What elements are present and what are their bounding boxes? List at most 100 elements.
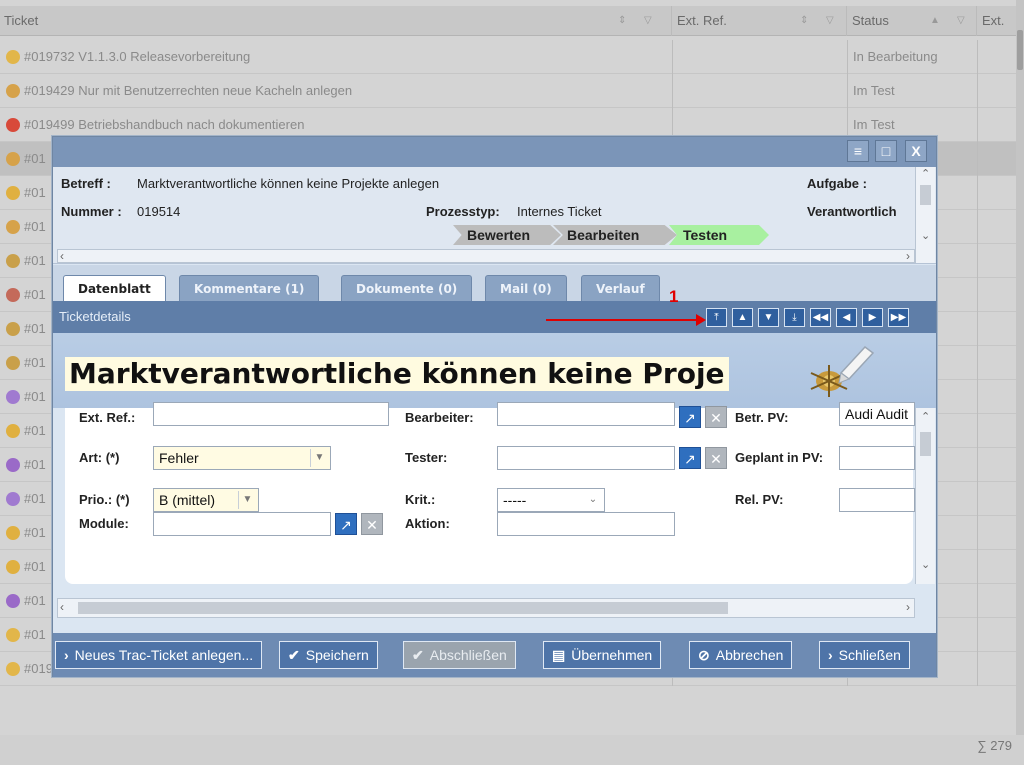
move-up-icon[interactable]: ▲ [732,308,753,327]
tab-mail[interactable]: Mail (0) [485,275,567,301]
scroll-right-icon[interactable]: › [906,249,910,263]
column-header-ext[interactable]: Ext. [978,6,1016,36]
clear-icon[interactable]: ✕ [361,513,383,535]
workflow-step-testen[interactable]: Testen [669,225,769,245]
scroll-down-icon[interactable]: ⌄ [921,558,930,571]
column-divider [977,380,978,414]
aufgabe-label: Aufgabe : [807,176,867,191]
move-top-icon[interactable]: ⤒ [706,308,727,327]
exclamation-icon [6,424,20,438]
ext-ref-input[interactable] [153,402,389,426]
workflow-step-bewerten[interactable]: Bewerten [453,225,561,245]
clear-icon[interactable]: ✕ [705,447,727,469]
ticket-cell: #01 [24,423,46,438]
tab-datenblatt[interactable]: Datenblatt [63,275,166,302]
sort-icon[interactable]: ⇕ [618,6,626,36]
table-row[interactable]: #019429 Nur mit Benutzerrechten neue Kac… [0,74,1016,108]
krit-select-value: ----- [503,492,527,508]
first-record-icon[interactable]: ◀◀ [810,308,831,327]
bearbeiter-label: Bearbeiter: [405,410,474,425]
tab-dokumente[interactable]: Dokumente (0) [341,275,473,301]
column-header-ticket[interactable]: Ticket [0,6,672,36]
module-input[interactable] [153,512,331,536]
scroll-thumb[interactable] [920,432,931,456]
sort-asc-icon[interactable]: ▲ [930,6,940,36]
maximize-icon[interactable]: □ [875,140,897,162]
prio-select[interactable]: B (mittel) ▼ [153,488,259,512]
art-select[interactable]: Fehler ▼ [153,446,331,470]
form-horizontal-scrollbar[interactable]: ‹ › [57,598,915,618]
close-icon[interactable]: X [905,140,927,162]
scroll-thumb[interactable] [78,602,728,614]
dialog-titlebar[interactable]: ≡ □ X [53,137,936,167]
column-header-ext-ref[interactable]: Ext. Ref. [673,6,847,36]
aktion-input[interactable] [497,512,675,536]
tester-input[interactable] [497,446,675,470]
workflow-step-bearbeiten[interactable]: Bearbeiten [553,225,677,245]
krit-select[interactable]: ----- ⌄ [497,488,605,512]
tab-kommentare[interactable]: Kommentare (1) [179,275,320,301]
complete-button[interactable]: ✔ Abschließen [403,641,516,669]
select-user-icon[interactable]: ↗ [679,447,701,469]
column-divider [847,40,848,74]
scroll-down-icon[interactable]: ⌄ [921,229,930,242]
grid-scrollbar[interactable] [1016,0,1024,765]
filter-icon[interactable]: ▽ [957,6,965,36]
banner-title: Marktverantwortliche können keine Proje [65,357,729,391]
scroll-up-icon[interactable]: ⌃ [921,167,930,180]
form-vertical-scrollbar[interactable]: ⌃ ⌄ [915,408,935,584]
previous-record-icon[interactable]: ◀ [836,308,857,327]
scroll-up-icon[interactable]: ⌃ [921,410,930,423]
scroll-thumb[interactable] [920,185,931,205]
select-module-icon[interactable]: ↗ [335,513,357,535]
ticket-info-panel: Betreff : Marktverantwortliche können ke… [53,167,936,264]
move-down-icon[interactable]: ▼ [758,308,779,327]
module-label: Module: [79,516,129,531]
chevron-down-icon[interactable]: ▼ [310,449,328,467]
apply-button[interactable]: ▤ Übernehmen [543,641,662,669]
scroll-right-icon[interactable]: › [906,600,910,614]
column-divider [977,414,978,448]
chevron-down-icon[interactable]: ⌄ [584,491,602,509]
ext-ref-label: Ext. Ref.: [79,410,136,425]
bearbeiter-input[interactable] [497,402,675,426]
scroll-left-icon[interactable]: ‹ [60,600,64,614]
menu-icon[interactable]: ≡ [847,140,869,162]
clear-icon[interactable]: ✕ [705,406,727,428]
close-button[interactable]: › Schließen [819,641,910,669]
info-horizontal-scrollbar[interactable]: ‹ › [57,249,915,263]
info-vertical-scrollbar[interactable]: ⌃ ⌄ [915,167,935,263]
prio-select-value: B (mittel) [159,492,215,508]
annotation-number: 1 [669,287,679,306]
cancel-button[interactable]: ⊘ Abbrechen [689,641,793,669]
last-record-icon[interactable]: ▶▶ [888,308,909,327]
save-button[interactable]: ✔ Speichern [279,641,378,669]
move-bottom-icon[interactable]: ⤓ [784,308,805,327]
grid-scrollbar-thumb[interactable] [1017,30,1023,70]
rel-pv-label: Rel. PV: [735,492,784,507]
filter-icon[interactable]: ▽ [644,6,652,36]
ticket-cell: #01 [24,559,46,574]
ticketdetails-bar: Ticketdetails ⤒ ▲ ▼ ⤓ ◀◀ ◀ ▶ ▶▶ [53,301,936,333]
form-panel: Ext. Ref.: Bearbeiter: ↗ ✕ Betr. PV: Aud… [65,402,915,584]
geplant-in-pv-input[interactable] [839,446,915,470]
betreff-label: Betreff : [61,176,111,191]
rel-pv-input[interactable] [839,488,915,512]
column-divider [977,448,978,482]
scroll-left-icon[interactable]: ‹ [60,249,64,263]
new-trac-ticket-button[interactable]: › Neues Trac-Ticket anlegen... [55,641,263,669]
sort-icon[interactable]: ⇕ [800,6,808,36]
betr-pv-input[interactable]: Audi Audit [839,402,915,426]
next-record-icon[interactable]: ▶ [862,308,883,327]
apply-label: Übernehmen [571,647,653,663]
select-user-icon[interactable]: ↗ [679,406,701,428]
prozesstyp-label: Prozesstyp: [426,204,500,219]
table-row[interactable]: #019732 V1.1.3.0 Releasevorbereitung In B… [0,40,1016,74]
filter-icon[interactable]: ▽ [826,6,834,36]
column-divider [977,142,978,176]
tab-verlauf[interactable]: Verlauf [581,275,660,301]
column-divider [977,652,978,686]
ticket-cell: #01 [24,355,46,370]
chevron-down-icon[interactable]: ▼ [238,491,256,509]
column-divider [977,108,978,142]
